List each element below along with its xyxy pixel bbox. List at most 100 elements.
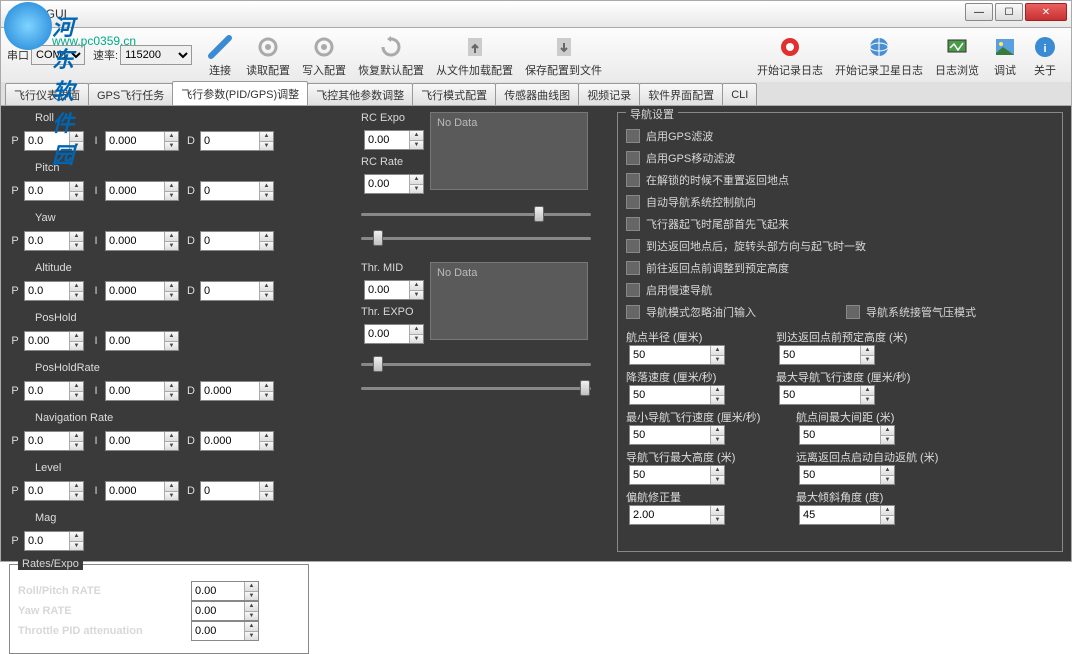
- close-button[interactable]: ✕: [1025, 3, 1067, 21]
- nav-opt-2-checkbox[interactable]: [626, 173, 640, 187]
- pid-level-d[interactable]: ▲▼: [200, 481, 274, 501]
- baud-label: 速率:: [93, 47, 118, 63]
- nav-p8-input[interactable]: ▲▼: [799, 465, 895, 485]
- nav-p1-input[interactable]: ▲▼: [629, 345, 725, 365]
- pid-posholdrate-i[interactable]: ▲▼: [105, 381, 179, 401]
- pid-navrate-i[interactable]: ▲▼: [105, 431, 179, 451]
- nav-p7-input[interactable]: ▲▼: [629, 465, 725, 485]
- restore-button[interactable]: 恢复默认配置: [352, 30, 430, 80]
- write-button[interactable]: 写入配置: [296, 30, 352, 80]
- pid-yaw-d[interactable]: ▲▼: [200, 231, 274, 251]
- content-panel: RollP▲▼I▲▼D▲▼PitchP▲▼I▲▼D▲▼YawP▲▼I▲▼D▲▼A…: [0, 106, 1072, 562]
- svg-text:i: i: [1043, 43, 1046, 55]
- tab-ui-config[interactable]: 软件界面配置: [639, 83, 723, 105]
- debug-button[interactable]: 调试: [985, 30, 1025, 80]
- nav-opt-0-checkbox[interactable]: [626, 129, 640, 143]
- nav-p10-input[interactable]: ▲▼: [799, 505, 895, 525]
- rates-expo-box: Rates/Expo Roll/Pitch RATE▲▼ Yaw RATE▲▼ …: [9, 564, 309, 654]
- pid-roll-label: Roll: [35, 112, 349, 126]
- port-label: 串口: [7, 47, 29, 63]
- thr-mid-input[interactable]: ▲▼: [364, 280, 424, 300]
- pid-mag-p[interactable]: ▲▼: [24, 531, 84, 551]
- pid-pitch-d[interactable]: ▲▼: [200, 181, 274, 201]
- pid-level-i[interactable]: ▲▼: [105, 481, 179, 501]
- tab-instruments[interactable]: 飞行仪表界面: [5, 83, 89, 105]
- titlebar: ◨ WinGUI — ☐ ✕: [0, 0, 1072, 28]
- pid-yaw-i[interactable]: ▲▼: [105, 231, 179, 251]
- nav-opt-1-checkbox[interactable]: [626, 151, 640, 165]
- app-icon: ◨: [5, 6, 21, 22]
- pid-pitch-i[interactable]: ▲▼: [105, 181, 179, 201]
- pid-level-p[interactable]: ▲▼: [24, 481, 84, 501]
- gear-icon: [254, 33, 282, 61]
- thr-expo-slider[interactable]: [361, 378, 591, 398]
- nav-opt-baro-mode-checkbox[interactable]: [846, 305, 860, 319]
- rc-rate-slider[interactable]: [361, 228, 591, 248]
- minimize-button[interactable]: —: [965, 3, 993, 21]
- nav-opt-5-checkbox[interactable]: [626, 239, 640, 253]
- pid-alt-d[interactable]: ▲▼: [200, 281, 274, 301]
- nav-p4-input[interactable]: ▲▼: [779, 385, 875, 405]
- nav-opt-4-checkbox[interactable]: [626, 217, 640, 231]
- rollpitch-rate-label: Roll/Pitch RATE: [18, 585, 188, 597]
- tab-other-params[interactable]: 飞控其他参数调整: [307, 83, 413, 105]
- thr-expo-input[interactable]: ▲▼: [364, 324, 424, 344]
- pid-navrate-p[interactable]: ▲▼: [24, 431, 84, 451]
- tab-pid-gps[interactable]: 飞行参数(PID/GPS)调整: [172, 81, 308, 105]
- thr-mid-slider[interactable]: [361, 354, 591, 374]
- nav-p5-label: 最小导航飞行速度 (厘米/秒): [626, 409, 796, 425]
- startlog-button[interactable]: 开始记录日志: [751, 30, 829, 80]
- pid-roll-i[interactable]: ▲▼: [105, 131, 179, 151]
- nav-opt-ignore-throttle-checkbox[interactable]: [626, 305, 640, 319]
- pid-yaw-label: Yaw: [35, 212, 349, 226]
- tab-video[interactable]: 视频记录: [578, 83, 640, 105]
- tab-gps-mission[interactable]: GPS飞行任务: [88, 83, 173, 105]
- read-button[interactable]: 读取配置: [240, 30, 296, 80]
- connect-button[interactable]: 连接: [200, 30, 240, 80]
- tpa-input[interactable]: ▲▼: [191, 621, 259, 641]
- startgps-button[interactable]: 开始记录卫星日志: [829, 30, 929, 80]
- rc-rate-input[interactable]: ▲▼: [364, 174, 424, 194]
- rc-expo-input[interactable]: ▲▼: [364, 130, 424, 150]
- pid-poshold-p[interactable]: ▲▼: [24, 331, 84, 351]
- pid-posholdrate-d[interactable]: ▲▼: [200, 381, 274, 401]
- nav-p3-label: 降落速度 (厘米/秒): [626, 369, 776, 385]
- pid-roll-p[interactable]: ▲▼: [24, 131, 84, 151]
- nav-opt-6-checkbox[interactable]: [626, 261, 640, 275]
- pid-poshold-i[interactable]: ▲▼: [105, 331, 179, 351]
- toolbar: 串口 COM1 速率: 115200 连接 读取配置 写入配置 恢复默认配置 从…: [0, 28, 1072, 82]
- rc-expo-slider[interactable]: [361, 204, 591, 224]
- tab-sensor-curves[interactable]: 传感器曲线图: [495, 83, 579, 105]
- nav-p6-input[interactable]: ▲▼: [799, 425, 895, 445]
- loadfile-button[interactable]: 从文件加载配置: [430, 30, 519, 80]
- nav-p5-input[interactable]: ▲▼: [629, 425, 725, 445]
- port-select[interactable]: COM1: [31, 45, 85, 65]
- maximize-button[interactable]: ☐: [995, 3, 1023, 21]
- tab-cli[interactable]: CLI: [722, 83, 757, 105]
- nav-opt-6-label: 前往返回点前调整到预定高度: [646, 260, 789, 276]
- pid-roll-d[interactable]: ▲▼: [200, 131, 274, 151]
- yaw-rate-input[interactable]: ▲▼: [191, 601, 259, 621]
- rollpitch-rate-input[interactable]: ▲▼: [191, 581, 259, 601]
- nav-opt-3-checkbox[interactable]: [626, 195, 640, 209]
- nav-p2-input[interactable]: ▲▼: [779, 345, 875, 365]
- baud-select[interactable]: 115200: [120, 45, 192, 65]
- pid-navrate-d[interactable]: ▲▼: [200, 431, 274, 451]
- nav-p2-label: 到达返回点前预定高度 (米): [776, 329, 946, 345]
- logview-button[interactable]: 日志浏览: [929, 30, 985, 80]
- nav-opt-7-checkbox[interactable]: [626, 283, 640, 297]
- savefile-button[interactable]: 保存配置到文件: [519, 30, 608, 80]
- pid-alt-p[interactable]: ▲▼: [24, 281, 84, 301]
- pid-pitch-p[interactable]: ▲▼: [24, 181, 84, 201]
- tabstrip: 飞行仪表界面 GPS飞行任务 飞行参数(PID/GPS)调整 飞控其他参数调整 …: [0, 82, 1072, 106]
- nav-p9-input[interactable]: ▲▼: [629, 505, 725, 525]
- tab-flight-modes[interactable]: 飞行模式配置: [412, 83, 496, 105]
- pid-yaw-p[interactable]: ▲▼: [24, 231, 84, 251]
- pid-posholdrate-p[interactable]: ▲▼: [24, 381, 84, 401]
- about-button[interactable]: i关于: [1025, 30, 1065, 80]
- pid-mag-label: Mag: [35, 512, 349, 526]
- gear-icon: [310, 33, 338, 61]
- rc-rate-label: RC Rate: [361, 156, 423, 168]
- nav-p3-input[interactable]: ▲▼: [629, 385, 725, 405]
- pid-alt-i[interactable]: ▲▼: [105, 281, 179, 301]
